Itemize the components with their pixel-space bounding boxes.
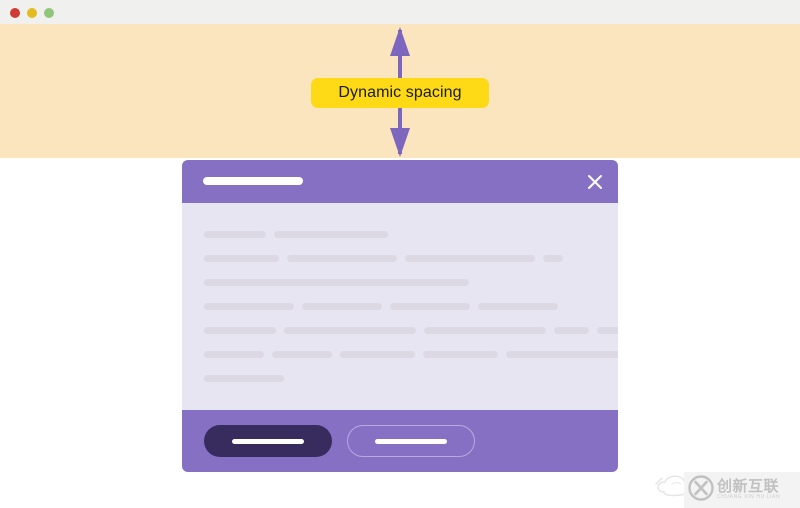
skeleton-text-bar [274,231,388,238]
skeleton-text-bar [204,279,469,286]
skeleton-text-bar [272,351,332,358]
modal-dialog [182,160,618,472]
primary-button-label-placeholder [232,438,304,444]
window-title-bar [0,0,800,24]
skeleton-text-row [204,255,596,262]
skeleton-text-bar [424,327,546,334]
skeleton-text-row [204,231,596,238]
secondary-button-label-placeholder [375,438,447,444]
dialog-secondary-button[interactable] [347,425,475,457]
window-minimize-button[interactable] [27,8,37,18]
skeleton-text-bar [302,303,382,310]
skeleton-text-row [204,351,618,358]
skeleton-text-row [204,303,596,310]
skeleton-text-bar [204,255,279,262]
close-icon [588,175,602,189]
watermark-pinyin-text: CHUANG XIN HU LIAN [717,494,781,500]
skeleton-text-bar [543,255,563,262]
skeleton-text-bar [554,327,589,334]
dialog-footer [182,410,618,472]
watermark-cn-text: 创新互联 [717,478,780,495]
skeleton-text-bar [423,351,498,358]
watermark-text: 创新互联 CHUANG XIN HU LIAN [717,479,780,501]
dialog-header [182,160,618,203]
skeleton-text-bar [204,327,276,334]
skeleton-text-row [204,279,596,286]
skeleton-text-bar [287,255,397,262]
dialog-primary-button[interactable] [204,425,332,457]
dialog-close-button[interactable] [583,170,607,194]
skeleton-text-bar [390,303,470,310]
dynamic-spacing-label-text: Dynamic spacing [338,84,462,101]
skeleton-text-bar [478,303,558,310]
watermark: 创新互联 CHUANG XIN HU LIAN [640,468,800,508]
skeleton-text-row [204,375,596,382]
skeleton-text-bar [204,231,266,238]
skeleton-text-bar [204,351,264,358]
skeleton-text-bar [506,351,618,358]
skeleton-text-bar [340,351,415,358]
watermark-mark-icon [688,474,714,506]
skeleton-text-row [204,327,618,334]
skeleton-text-bar [204,375,284,382]
skeleton-text-bar [204,303,294,310]
skeleton-text-bar [405,255,535,262]
dynamic-spacing-label: Dynamic spacing [311,78,489,108]
skeleton-text-bar [284,327,416,334]
watermark-logo: 创新互联 CHUANG XIN HU LIAN [684,472,800,508]
window-maximize-button[interactable] [44,8,54,18]
dialog-title-placeholder [203,177,303,185]
dialog-body-content [182,203,618,410]
skeleton-text-bar [597,327,618,334]
window-close-button[interactable] [10,8,20,18]
